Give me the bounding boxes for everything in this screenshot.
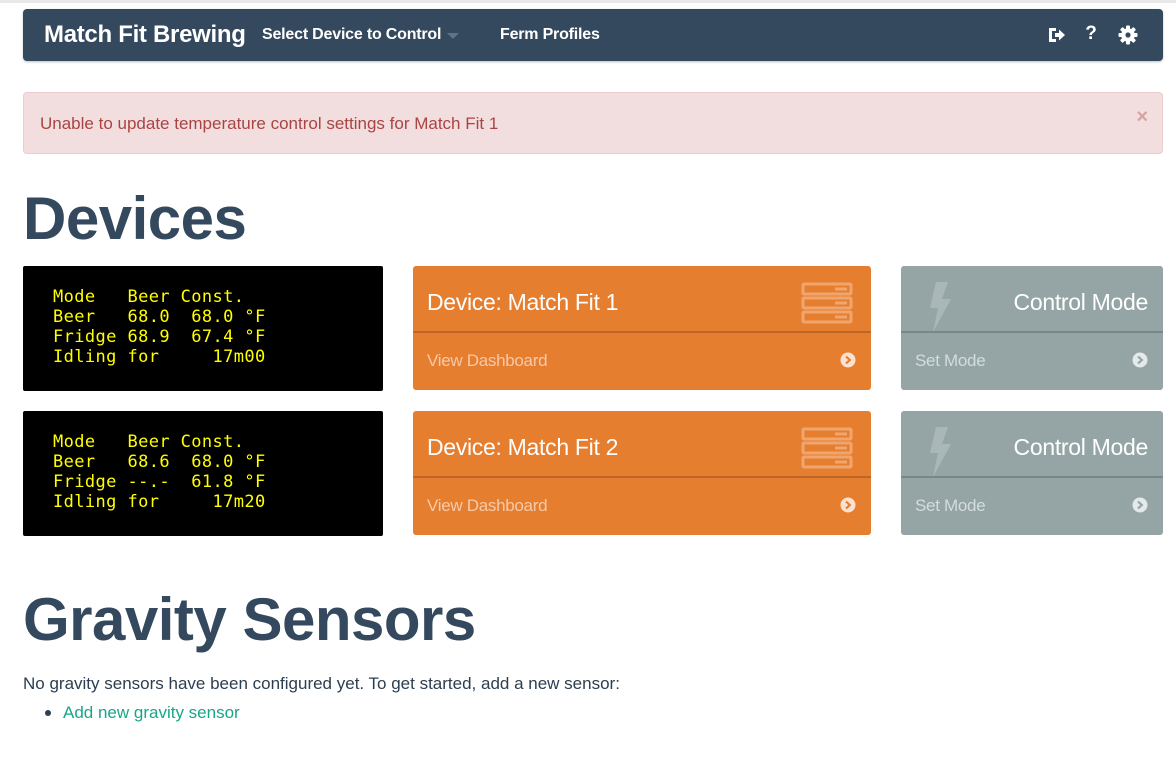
- device-title: Device: Match Fit 2: [427, 434, 619, 460]
- chevron-down-icon[interactable]: [447, 33, 459, 39]
- arrow-right-circle-icon[interactable]: [840, 352, 856, 368]
- lcd-line: Mode Beer Const.: [53, 432, 245, 452]
- arrow-right-circle-icon[interactable]: [1132, 497, 1148, 513]
- lightning-icon: [930, 282, 951, 332]
- gear-icon[interactable]: [1118, 25, 1138, 45]
- panel-divider: [901, 331, 1163, 333]
- panel-divider: [901, 476, 1163, 478]
- lcd-line: Fridge 68.9 67.4 °F: [53, 327, 266, 347]
- set-mode-link[interactable]: Set Mode: [915, 351, 986, 371]
- lcd-display: Mode Beer Const. Beer 68.6 68.0 °F Fridg…: [23, 411, 383, 536]
- lcd-line: Idling for 17m20: [53, 492, 266, 512]
- control-mode-title: Control Mode: [1013, 289, 1149, 315]
- page-title: Devices: [23, 185, 247, 252]
- set-mode-link[interactable]: Set Mode: [915, 496, 986, 516]
- nav-ferm-profiles[interactable]: Ferm Profiles: [500, 26, 600, 44]
- lcd-line: Idling for 17m00: [53, 347, 266, 367]
- close-icon[interactable]: ×: [1136, 106, 1148, 129]
- alert-message: Unable to update temperature control set…: [40, 114, 499, 133]
- lcd-line: Beer 68.6 68.0 °F: [53, 452, 266, 472]
- device-title: Device: Match Fit 1: [427, 289, 619, 315]
- logout-icon[interactable]: [1046, 25, 1066, 45]
- top-border: [0, 0, 1176, 3]
- list-bullet: [45, 710, 51, 716]
- arrow-right-circle-icon[interactable]: [840, 497, 856, 513]
- view-dashboard-link[interactable]: View Dashboard: [427, 496, 548, 516]
- error-alert: Unable to update temperature control set…: [23, 92, 1163, 154]
- help-icon[interactable]: ?: [1084, 23, 1098, 44]
- brand-logo[interactable]: Match Fit Brewing: [44, 21, 246, 49]
- control-mode-title: Control Mode: [1013, 434, 1149, 460]
- select-device-dropdown[interactable]: Select Device to Control: [262, 26, 441, 44]
- panel-divider: [413, 331, 871, 333]
- device-panel: Device: Match Fit 2 View Dashboard: [413, 411, 871, 535]
- view-dashboard-link[interactable]: View Dashboard: [427, 351, 548, 371]
- control-mode-panel: Control Mode Set Mode: [901, 411, 1163, 535]
- lcd-display: Mode Beer Const. Beer 68.0 68.0 °F Fridg…: [23, 266, 383, 391]
- gravity-sensors-heading: Gravity Sensors: [23, 586, 476, 653]
- gravity-empty-message: No gravity sensors have been configured …: [23, 674, 620, 693]
- panel-divider: [413, 476, 871, 478]
- navbar: Match Fit Brewing Select Device to Contr…: [23, 9, 1163, 61]
- control-mode-panel: Control Mode Set Mode: [901, 266, 1163, 390]
- lightning-icon: [930, 427, 951, 477]
- lcd-line: Mode Beer Const.: [53, 287, 245, 307]
- server-icon: [801, 282, 853, 324]
- add-gravity-sensor-link[interactable]: Add new gravity sensor: [63, 703, 240, 723]
- arrow-right-circle-icon[interactable]: [1132, 352, 1148, 368]
- lcd-line: Beer 68.0 68.0 °F: [53, 307, 266, 327]
- device-panel: Device: Match Fit 1 View Dashboard: [413, 266, 871, 390]
- lcd-line: Fridge --.- 61.8 °F: [53, 472, 266, 492]
- server-icon: [801, 427, 853, 469]
